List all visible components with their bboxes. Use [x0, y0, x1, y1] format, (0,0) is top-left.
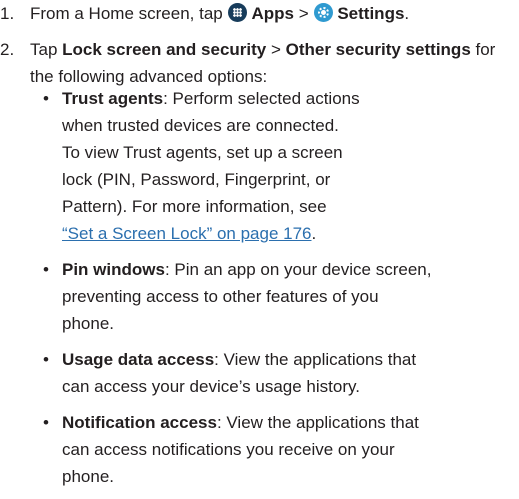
option-desc: lock (PIN, Password, Fingerprint, or — [62, 170, 331, 189]
bullet-icon: • — [43, 89, 49, 108]
step-text-prefix: Tap — [30, 40, 63, 59]
option-desc: To view Trust agents, set up a screen — [62, 143, 343, 162]
screen-lock-link[interactable]: “Set a Screen Lock” on page 176 — [62, 224, 312, 243]
option-term: Usage data access — [62, 350, 215, 369]
option-desc: : View the applications that — [216, 413, 419, 432]
option-desc: phone. — [62, 467, 114, 486]
option-desc: can access your device’s usage history. — [62, 377, 360, 396]
step-text: Tap Lock screen and security > Other sec… — [30, 36, 515, 90]
step-2: 2. Tap Lock screen and security > Other … — [0, 36, 515, 90]
document-page: 1. From a Home screen, tap Apps > Settin… — [0, 0, 519, 487]
list-item-usage-data-access: • Usage data access: View the applicatio… — [30, 346, 515, 400]
option-desc: : View the applications that — [214, 350, 417, 369]
option-desc: : Perform selected actions — [163, 89, 360, 108]
separator: > — [266, 40, 286, 59]
option-desc: Pattern). For more information, see — [62, 197, 327, 216]
step-number: 2. — [0, 40, 15, 59]
step-1: 1. From a Home screen, tap Apps > Settin… — [0, 0, 515, 27]
step-number: 1. — [0, 4, 15, 23]
list-item-pin-windows: • Pin windows: Pin an app on your device… — [30, 256, 515, 337]
option-term: Trust agents — [62, 89, 164, 108]
options-list: • Trust agents: Perform selected actions… — [30, 85, 515, 499]
step-text-prefix: From a Home screen, tap — [30, 4, 228, 23]
list-item-trust-agents: • Trust agents: Perform selected actions… — [30, 85, 515, 247]
separator: > — [293, 4, 314, 23]
apps-icon — [228, 3, 248, 22]
option-desc: preventing access to other features of y… — [62, 287, 379, 306]
option-desc: when trusted devices are connected. — [62, 116, 339, 135]
option-desc: can access notifications you receive on … — [62, 440, 395, 459]
step-text-suffix: . — [404, 4, 410, 23]
settings-icon — [314, 3, 334, 22]
step-text: From a Home screen, tap Apps > Settings. — [30, 0, 515, 27]
bullet-icon: • — [43, 413, 49, 432]
other-security-settings-label: Other security settings — [285, 40, 471, 59]
settings-label: Settings — [337, 4, 405, 23]
apps-label: Apps — [251, 4, 294, 23]
list-item-notification-access: • Notification access: View the applicat… — [30, 409, 515, 490]
option-term: Pin windows — [62, 260, 165, 279]
link-suffix: . — [311, 224, 317, 243]
option-desc: phone. — [62, 314, 114, 333]
bullet-icon: • — [43, 260, 49, 279]
bullet-icon: • — [43, 350, 49, 369]
option-desc: : Pin an app on your device screen, — [164, 260, 432, 279]
option-term: Notification access — [62, 413, 217, 432]
lock-screen-security-label: Lock screen and security — [62, 40, 267, 59]
